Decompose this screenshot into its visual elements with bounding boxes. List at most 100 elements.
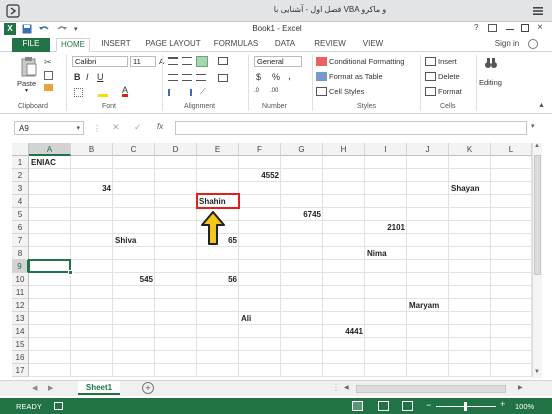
format-as-table-button[interactable]: Format as Table: [329, 72, 383, 81]
zoom-level[interactable]: 100%: [515, 402, 534, 411]
row-header-8[interactable]: 8: [12, 247, 29, 260]
wrap-text-icon[interactable]: [218, 57, 228, 65]
tab-view[interactable]: VIEW: [358, 38, 388, 52]
formula-input[interactable]: [175, 121, 527, 135]
format-painter-icon[interactable]: [44, 84, 53, 91]
comma-button[interactable]: ,: [288, 71, 291, 82]
cell-h14[interactable]: 4441: [323, 325, 365, 338]
new-sheet-button[interactable]: +: [142, 382, 154, 394]
column-header-d[interactable]: D: [155, 143, 197, 156]
currency-button[interactable]: $: [256, 72, 261, 82]
align-right-icon[interactable]: [196, 74, 206, 81]
redo-icon[interactable]: [56, 24, 68, 34]
tab-page-layout[interactable]: PAGE LAYOUT: [144, 38, 202, 52]
row-header-16[interactable]: 16: [12, 351, 29, 364]
percent-button[interactable]: %: [272, 72, 280, 82]
cancel-icon[interactable]: ✕: [112, 122, 120, 133]
row-header-6[interactable]: 6: [12, 221, 29, 234]
insert-cells-button[interactable]: Insert: [438, 57, 457, 66]
column-header-f[interactable]: F: [239, 143, 281, 156]
copy-icon[interactable]: [44, 71, 53, 80]
vertical-scrollbar[interactable]: ▲ ▼: [532, 143, 542, 378]
zoom-slider-thumb[interactable]: [464, 402, 467, 411]
cell-i6[interactable]: 2101: [365, 221, 407, 234]
binoculars-icon[interactable]: [484, 57, 498, 69]
scroll-right-icon[interactable]: ▶: [518, 384, 523, 391]
smiley-icon[interactable]: [528, 39, 538, 49]
tab-insert[interactable]: INSERT: [98, 38, 134, 52]
column-header-e[interactable]: E: [197, 143, 239, 156]
tab-data[interactable]: DATA: [270, 38, 300, 52]
minimize-icon[interactable]: [506, 29, 514, 30]
enter-icon[interactable]: ✓: [134, 122, 142, 133]
column-header-g[interactable]: G: [281, 143, 323, 156]
align-left-icon[interactable]: [168, 74, 178, 81]
tab-review[interactable]: REVIEW: [310, 38, 350, 52]
cell-styles-icon[interactable]: [316, 87, 327, 96]
column-header-h[interactable]: H: [323, 143, 365, 156]
row-header-9[interactable]: 9: [12, 260, 29, 273]
decrease-indent-icon[interactable]: [168, 89, 178, 96]
tab-formulas[interactable]: FORMULAS: [212, 38, 260, 52]
bottom-align-icon[interactable]: [196, 56, 208, 67]
scroll-up-icon[interactable]: ▲: [534, 143, 540, 149]
select-all-corner[interactable]: [12, 143, 29, 156]
undo-icon[interactable]: [38, 24, 50, 34]
customize-qat-icon[interactable]: ▾: [74, 25, 78, 33]
expand-formula-bar-icon[interactable]: ▾: [531, 122, 535, 130]
cell-c7[interactable]: Shiva: [113, 234, 138, 247]
previous-sheet-icon[interactable]: ◀: [32, 384, 37, 392]
active-cell-border[interactable]: [28, 259, 71, 273]
zoom-out-icon[interactable]: −: [426, 400, 431, 410]
tab-home[interactable]: HOME: [56, 38, 90, 52]
column-header-k[interactable]: K: [449, 143, 491, 156]
column-header-l[interactable]: L: [491, 143, 532, 156]
menu-icon[interactable]: [532, 5, 544, 17]
zoom-in-icon[interactable]: +: [500, 399, 505, 409]
column-header-a[interactable]: A: [29, 143, 71, 156]
sheet-tab-sheet1[interactable]: Sheet1: [78, 381, 120, 395]
restore-icon[interactable]: [521, 24, 529, 32]
borders-icon[interactable]: [74, 88, 83, 97]
cell-b3[interactable]: 34: [71, 182, 113, 195]
row-header-10[interactable]: 10: [12, 273, 29, 286]
close-icon[interactable]: ×: [537, 22, 543, 33]
horizontal-scroll-thumb[interactable]: [356, 385, 506, 393]
cell-a1[interactable]: ENIAC: [29, 156, 58, 169]
paste-dropdown-icon[interactable]: ▾: [25, 87, 28, 94]
conditional-formatting-icon[interactable]: [316, 57, 327, 66]
number-format-box[interactable]: General: [254, 56, 302, 67]
insert-function-icon[interactable]: fx: [157, 122, 163, 131]
column-header-c[interactable]: C: [113, 143, 155, 156]
conditional-formatting-button[interactable]: Conditional Formatting: [329, 57, 404, 66]
name-box[interactable]: A9 ▾: [14, 121, 84, 135]
row-header-3[interactable]: 3: [12, 182, 29, 195]
cell-j12[interactable]: Maryam: [407, 299, 441, 312]
format-as-table-icon[interactable]: [316, 72, 327, 81]
insert-cells-icon[interactable]: [425, 57, 436, 66]
cell-f13[interactable]: Ali: [239, 312, 253, 325]
font-color-icon[interactable]: A: [122, 86, 129, 97]
underline-button[interactable]: U: [97, 72, 104, 82]
delete-cells-icon[interactable]: [425, 72, 436, 81]
page-layout-view-icon[interactable]: [378, 401, 389, 411]
merge-center-icon[interactable]: [218, 74, 228, 82]
fill-color-icon[interactable]: [98, 88, 108, 97]
cell-styles-button[interactable]: Cell Styles: [329, 87, 364, 96]
normal-view-icon[interactable]: [352, 401, 363, 411]
center-icon[interactable]: [182, 74, 192, 81]
column-header-j[interactable]: J: [407, 143, 449, 156]
row-header-13[interactable]: 13: [12, 312, 29, 325]
worksheet-grid[interactable]: A B C D E F G H I J K L 1 2 3 4 5 6 7 8 9 10 11 12 13 14 15 16 17 ENI…: [12, 143, 532, 378]
scroll-left-icon[interactable]: ◀: [344, 384, 349, 391]
bold-button[interactable]: B: [74, 72, 81, 82]
cell-i8[interactable]: Nima: [365, 247, 389, 260]
orientation-icon[interactable]: ⟋: [200, 87, 206, 97]
cut-icon[interactable]: ✂: [44, 57, 52, 68]
next-sheet-icon[interactable]: ▶: [48, 384, 53, 392]
column-header-i[interactable]: I: [365, 143, 407, 156]
cell-c10[interactable]: 545: [113, 273, 155, 286]
row-header-17[interactable]: 17: [12, 364, 29, 377]
save-icon[interactable]: [22, 24, 32, 34]
cell-k3[interactable]: Shayan: [449, 182, 481, 195]
